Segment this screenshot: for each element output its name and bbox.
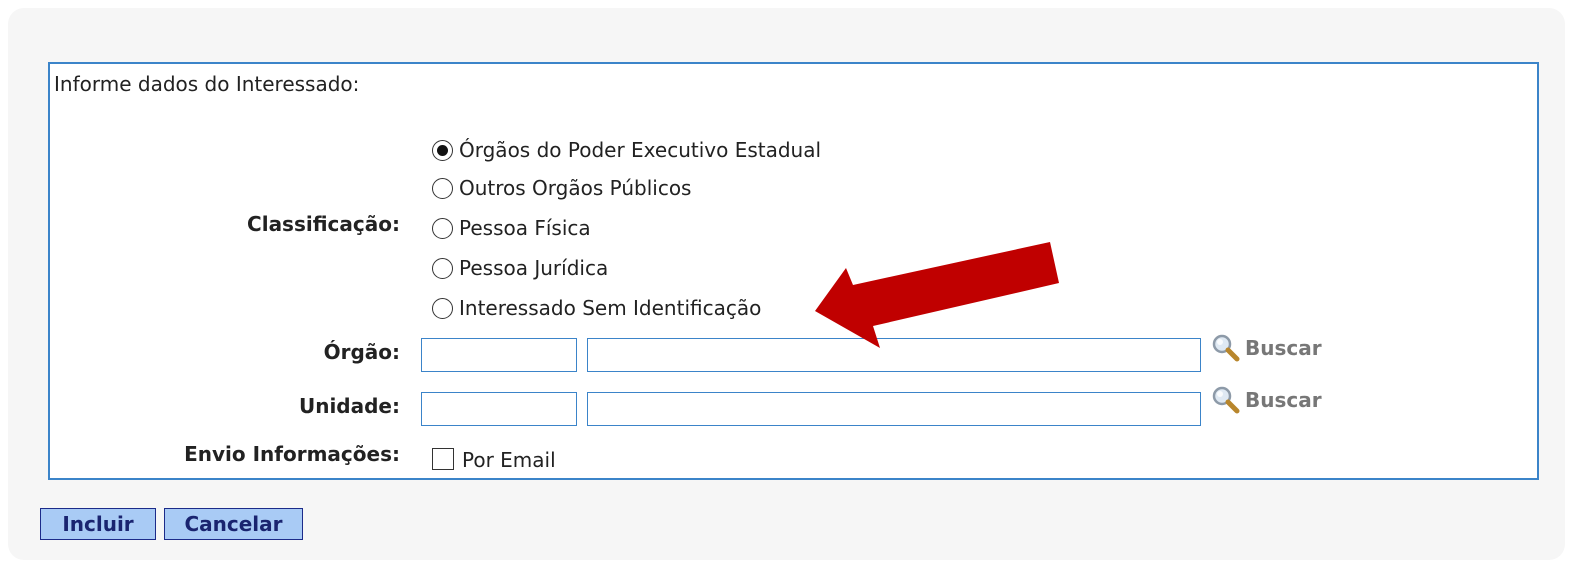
red-arrow-icon bbox=[815, 242, 1059, 348]
